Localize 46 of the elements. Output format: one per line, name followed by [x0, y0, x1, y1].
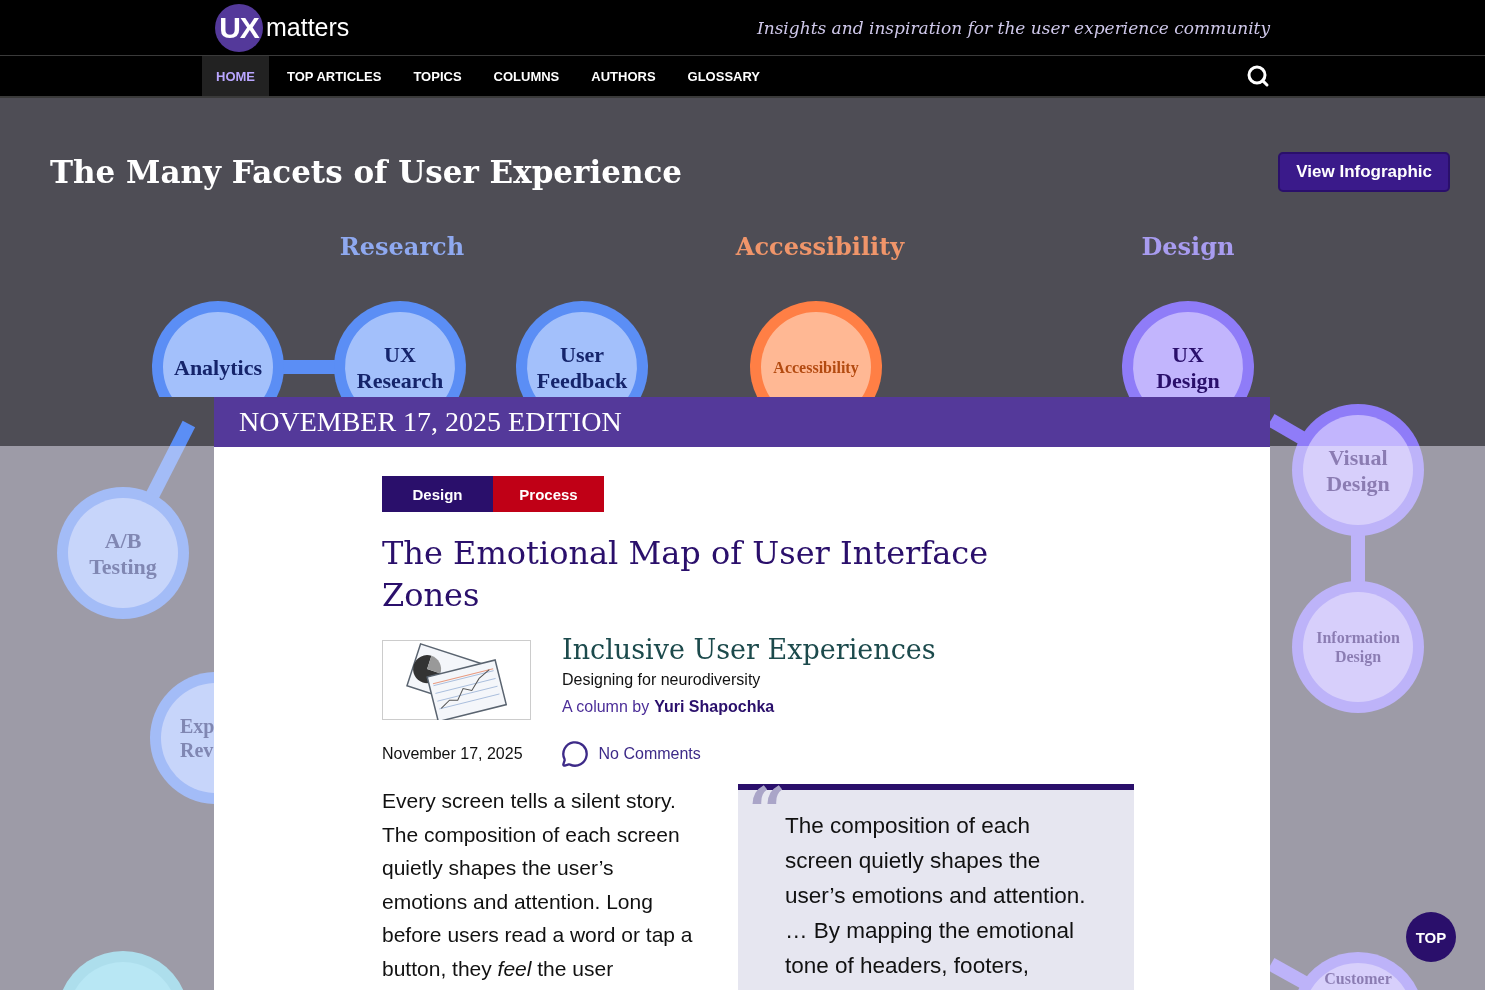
node-label: Information Design: [1316, 629, 1400, 666]
hero-title: The Many Facets of User Experience: [50, 154, 683, 190]
category-tag[interactable]: Design: [382, 476, 493, 512]
node-label: Visual Design: [1326, 444, 1390, 496]
node-label: Exp Rev: [180, 715, 215, 761]
group-title: Design: [1141, 232, 1235, 261]
nav-item[interactable]: HOME: [202, 56, 269, 96]
node-circle[interactable]: [57, 487, 189, 619]
connector-line: [1267, 413, 1306, 445]
category-tag[interactable]: Process: [493, 476, 604, 512]
connector-line: [1267, 957, 1309, 990]
article-title: The Emotional Map of User Interface Zones: [382, 533, 990, 616]
comments-link[interactable]: No Comments: [560, 740, 701, 768]
node-label: UX Research: [356, 341, 444, 393]
nav-item[interactable]: COLUMNS: [479, 56, 574, 96]
node-label: Accessibility: [773, 358, 859, 376]
group-title: Research: [339, 232, 465, 261]
logo-text[interactable]: matters: [266, 13, 350, 42]
node-label: A/B Testing: [89, 527, 157, 579]
view-infographic-button[interactable]: View Infographic: [1278, 152, 1450, 192]
nav-item[interactable]: TOPICS: [399, 56, 476, 96]
speech-bubble-icon: [560, 740, 589, 768]
publish-date: November 17, 2025: [382, 745, 523, 763]
tagline: Insights and inspiration for the user experience community: [757, 17, 1270, 38]
node-circle[interactable]: [1292, 581, 1424, 713]
node-circle[interactable]: [1292, 404, 1424, 536]
author-link[interactable]: Yuri Shapochka: [654, 698, 775, 716]
connector-line: [282, 360, 336, 374]
article-paragraph: Every screen tells a silent story. The composition of each screen quietly shapes the user’s emotions and attention. Long before users read a word or tap a button, they feel the user: [382, 788, 694, 982]
column-title[interactable]: Inclusive User Experiences: [562, 634, 936, 665]
quote-mark: “: [748, 778, 786, 844]
connector-line: [1351, 534, 1365, 583]
nav-item[interactable]: AUTHORS: [577, 56, 670, 96]
node-label: Customer: [1324, 969, 1392, 987]
node-label: Analytics: [174, 354, 262, 380]
pullquote-text: The composition of each screen quietly shapes the user’s emotions and attention. … By mapping the emotional tone of headers, footers,: [785, 812, 1087, 980]
nav-item[interactable]: TOP ARTICLES: [273, 56, 396, 96]
node-label: UX Design: [1156, 341, 1220, 393]
column-subtitle: Designing for neurodiversity: [562, 671, 762, 689]
byline-text: A column by: [562, 698, 650, 716]
node-label: User Feedback: [536, 341, 628, 393]
nav-item[interactable]: GLOSSARY: [673, 56, 775, 96]
logo-mark[interactable]: UX: [215, 3, 263, 52]
group-title: Accessibility: [735, 232, 905, 261]
back-to-top-button[interactable]: TOP: [1406, 912, 1456, 962]
edition-banner: NOVEMBER 17, 2025 EDITION: [214, 397, 1270, 447]
